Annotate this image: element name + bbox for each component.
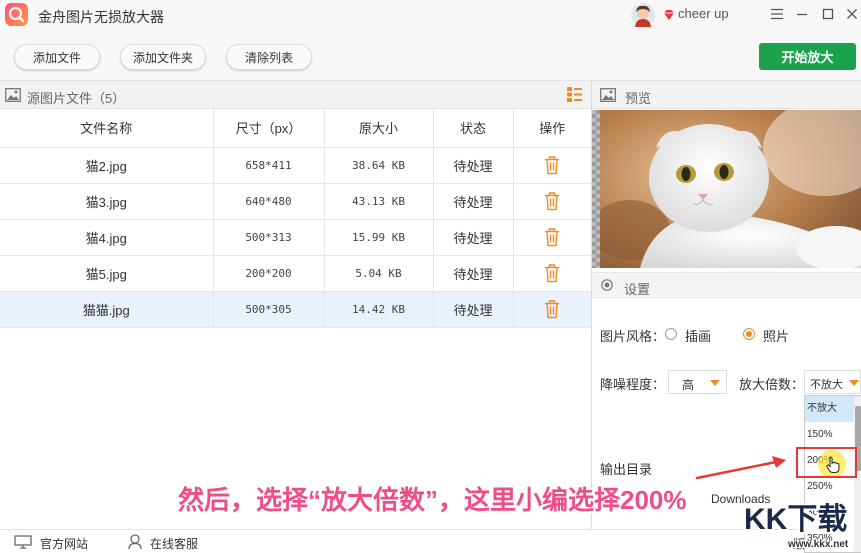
file-name: 猫2.jpg [0,147,214,184]
style-radio-illustration[interactable] [665,328,677,340]
settings-header: 设置 [592,272,861,298]
row-actions [513,147,591,184]
trash-icon[interactable] [543,227,561,247]
add-folder-button[interactable]: 添加文件夹 [120,44,206,70]
scale-factor-label: 放大倍数： [739,377,805,392]
file-table: 文件名称 尺寸（px） 原大小 状态 操作 猫2.jpg 658*411 38.… [0,109,591,328]
settings-title: 设置 [624,282,651,297]
column-header-actions: 操作 [513,109,591,148]
source-files-panel: 源图片文件（5） 文件名称 尺寸（px） 原大小 状态 操作 猫2.jpg 65… [0,81,592,529]
online-support-link[interactable]: 在线客服 [150,535,198,552]
file-name: 猫猫.jpg [0,291,214,328]
trash-icon[interactable] [543,155,561,175]
footer-bar: 官方网站 在线客服 版 [0,529,861,553]
column-header-dimensions: 尺寸（px） [213,109,325,148]
toolbar: 添加文件 添加文件夹 清除列表 开始放大 [0,30,861,81]
file-dimensions: 658*411 [213,147,325,184]
source-files-title: 源图片文件（5） [27,91,126,106]
headset-icon[interactable] [127,533,143,550]
start-enlarge-button[interactable]: 开始放大 [759,43,856,70]
avatar[interactable] [631,3,655,27]
row-actions [513,183,591,220]
minimize-icon[interactable] [796,8,808,20]
file-dimensions: 200*200 [213,255,325,292]
trash-icon[interactable] [543,299,561,319]
scale-option[interactable]: 不放大 [805,396,854,422]
scale-option[interactable]: 150% [805,422,854,448]
file-name: 猫4.jpg [0,219,214,256]
add-file-button[interactable]: 添加文件 [14,44,100,70]
picture-icon [600,88,616,102]
trash-icon[interactable] [543,191,561,211]
table-header-row: 文件名称 尺寸（px） 原大小 状态 操作 [0,109,591,148]
file-status: 待处理 [433,255,514,292]
file-size: 14.42 KB [324,291,434,328]
table-row[interactable]: 猫4.jpg 500*313 15.99 KB 待处理 [0,219,591,256]
column-header-name: 文件名称 [0,109,214,148]
column-header-status: 状态 [433,109,514,148]
file-size: 5.04 KB [324,255,434,292]
app-title: 金舟图片无损放大器 [38,9,164,25]
settings-radio-icon [601,279,613,291]
file-status: 待处理 [433,291,514,328]
file-size: 43.13 KB [324,183,434,220]
denoise-label: 降噪程度： [600,377,666,392]
menu-icon[interactable] [770,8,784,20]
file-size: 15.99 KB [324,219,434,256]
picture-icon [5,88,21,102]
file-status: 待处理 [433,183,514,220]
app-logo-icon [5,3,28,26]
watermark-url: www.kkx.net [788,539,849,550]
trash-icon[interactable] [543,263,561,283]
diamond-icon[interactable] [663,9,675,21]
denoise-select[interactable]: 高 [668,370,727,394]
table-row[interactable]: 猫3.jpg 640*480 43.13 KB 待处理 [0,183,591,220]
row-actions [513,255,591,292]
scale-factor-select[interactable]: 不放大 [804,370,861,394]
close-icon[interactable] [846,8,858,20]
user-name[interactable]: cheer up [678,6,729,21]
table-row[interactable]: 猫5.jpg 200*200 5.04 KB 待处理 [0,255,591,292]
monitor-icon[interactable] [14,535,32,549]
cat-photo [600,110,861,268]
image-style-label: 图片风格： [600,329,666,344]
file-status: 待处理 [433,219,514,256]
tutorial-caption: 然后，选择“放大倍数”，这里小编选择200% [178,485,687,515]
transparency-strip [592,110,600,268]
preview-title: 预览 [625,91,652,106]
maximize-icon[interactable] [822,8,834,20]
style-option-photo[interactable]: 照片 [763,326,789,345]
red-arrow-icon [695,456,786,480]
row-actions [513,219,591,256]
official-website-link[interactable]: 官方网站 [40,535,88,552]
file-size: 38.64 KB [324,147,434,184]
style-radio-photo[interactable] [743,328,755,340]
column-header-file-size: 原大小 [324,109,434,148]
preview-image [592,110,861,268]
table-row[interactable]: 猫2.jpg 658*411 38.64 KB 待处理 [0,147,591,184]
watermark-logo: KK下载 [744,503,848,536]
file-name: 猫3.jpg [0,183,214,220]
chevron-down-icon [849,380,859,386]
file-dimensions: 640*480 [213,183,325,220]
chevron-down-icon [710,380,720,386]
file-dimensions: 500*313 [213,219,325,256]
file-dimensions: 500*305 [213,291,325,328]
file-name: 猫5.jpg [0,255,214,292]
source-files-header: 源图片文件（5） [0,81,591,109]
style-option-illustration[interactable]: 插画 [685,326,711,345]
hand-cursor-icon [826,456,840,474]
denoise-value: 高 [682,378,695,392]
output-directory-label: 输出目录 [600,462,653,477]
file-status: 待处理 [433,147,514,184]
list-view-icon[interactable] [567,87,582,102]
title-bar: 金舟图片无损放大器 cheer up [0,0,861,30]
table-row[interactable]: 猫猫.jpg 500*305 14.42 KB 待处理 [0,291,591,328]
clear-list-button[interactable]: 清除列表 [226,44,312,70]
preview-header: 预览 [592,81,861,109]
scale-factor-value: 不放大 [810,379,843,391]
row-actions [513,291,591,328]
